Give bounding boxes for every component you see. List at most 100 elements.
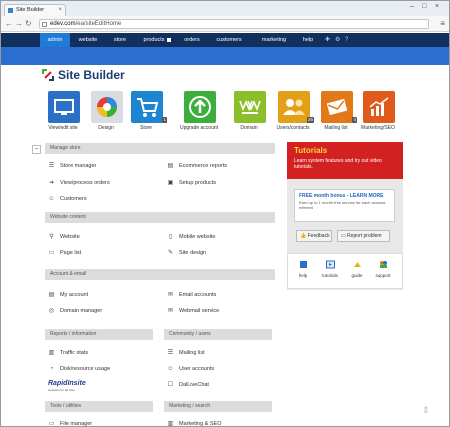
- link-website[interactable]: ⚲ Website: [48, 233, 79, 241]
- folder-icon: ▭: [48, 420, 55, 427]
- nav-orders[interactable]: orders: [179, 33, 205, 47]
- section-community: Community / users: [164, 329, 272, 340]
- url-host: edev.com: [50, 21, 76, 27]
- link-label: View/process orders: [60, 180, 110, 186]
- tutorials-title: Tutorials: [294, 146, 328, 155]
- close-window-icon[interactable]: ×: [435, 3, 439, 11]
- support-icon: [379, 261, 387, 268]
- url-input[interactable]: edev.com/ea/siteEditHome: [39, 19, 429, 29]
- nav-help[interactable]: help: [298, 33, 318, 47]
- report-problem-button[interactable]: ▭ Report problem: [337, 230, 390, 242]
- tile-domain[interactable]: Domain: [228, 91, 270, 136]
- minimize-icon[interactable]: –: [410, 3, 414, 11]
- tile-users-contacts[interactable]: 26 Users/contacts: [272, 91, 314, 136]
- tile-label: Store: [140, 125, 152, 131]
- browser-tab[interactable]: Site Builder ×: [4, 4, 66, 16]
- free-month-promo[interactable]: FREE month bonus - LEARN MORE Earn up to…: [294, 189, 395, 222]
- link-label: Webmail service: [179, 308, 220, 314]
- tile-badge: 26: [306, 117, 314, 123]
- nav-admin[interactable]: admin: [40, 33, 70, 47]
- chat-icon: ☐: [167, 381, 174, 388]
- nav-label: website: [78, 37, 98, 43]
- link-ecommerce-reports[interactable]: ▤ Ecommerce reports: [167, 162, 227, 170]
- reload-icon[interactable]: ↻: [25, 19, 32, 28]
- link-marketing-seo[interactable]: ▥ Marketing & SEO: [167, 420, 222, 426]
- help-link[interactable]: help: [292, 260, 314, 278]
- button-label: Feedback: [307, 233, 330, 239]
- rapidinsite-subtitle: analytics for all sites: [48, 388, 75, 392]
- tab-bar: Site Builder × – □ ×: [1, 1, 449, 16]
- link-traffic-stats[interactable]: ▥ Traffic stats: [48, 349, 88, 357]
- feedback-button[interactable]: 👍 Feedback: [296, 230, 332, 242]
- section-title: Website content: [50, 214, 86, 220]
- nav-customers[interactable]: customers: [210, 33, 248, 47]
- forward-icon[interactable]: →: [15, 19, 23, 28]
- scroll-indicator-icon[interactable]: ⇕: [422, 405, 430, 416]
- link-view-process-orders[interactable]: ➔ View/process orders: [48, 179, 110, 187]
- nav-label: products: [143, 37, 165, 43]
- link-customers[interactable]: ☺ Customers: [48, 195, 87, 203]
- palette-icon: [91, 91, 123, 123]
- nav-marketing[interactable]: marketing: [255, 33, 293, 47]
- back-icon[interactable]: ←: [5, 19, 13, 28]
- guide-link[interactable]: guide: [346, 260, 368, 278]
- link-label: User accounts: [179, 366, 215, 372]
- browser-menu-icon[interactable]: ≡: [440, 19, 445, 28]
- tutorials-description: Learn system features and try out video …: [294, 158, 382, 170]
- link-setup-products[interactable]: ▣ Setup products: [167, 179, 216, 187]
- arrow-right-icon: ➔: [48, 179, 55, 186]
- settings-icon[interactable]: ⚙: [335, 33, 340, 47]
- www-icon: [234, 91, 266, 123]
- link-webmail-service[interactable]: ✉ Webmail service: [167, 307, 219, 315]
- help-circle-icon[interactable]: ?: [345, 33, 348, 47]
- nav-label: store: [113, 37, 127, 43]
- rapidinsite-logo[interactable]: RapidInsite analytics for all sites: [48, 379, 103, 393]
- link-label: Ecommerce reports: [179, 163, 227, 169]
- phone-icon: ▯: [168, 233, 173, 240]
- link-mailing-list[interactable]: ☰ Mailing list: [167, 349, 205, 357]
- section-title: Community / users: [169, 331, 211, 337]
- tile-upgrade-account[interactable]: Upgrade account: [178, 91, 220, 136]
- nav-label: marketing: [261, 37, 287, 43]
- close-tab-icon[interactable]: ×: [58, 5, 62, 16]
- tile-store[interactable]: 1 Store: [125, 91, 167, 136]
- link-domain-manager[interactable]: ◎ Domain manager: [48, 307, 102, 315]
- link-label: Customers: [60, 196, 87, 202]
- link-file-manager[interactable]: ▭ File manager: [48, 420, 92, 427]
- list-icon: ☰: [48, 162, 55, 169]
- url-path: /ea/siteEditHome: [75, 21, 122, 27]
- design-icon: ✎: [167, 249, 174, 256]
- help-row: help tutorials guide support: [287, 253, 403, 289]
- link-page-list[interactable]: ▭ Page list: [48, 249, 81, 257]
- tile-marketing-seo[interactable]: Marketing/SEO: [357, 91, 399, 136]
- link-my-account[interactable]: ▤ My account: [48, 291, 88, 299]
- account-icon[interactable]: ✚: [325, 33, 330, 47]
- link-store-manager[interactable]: ☰ Store manager: [48, 162, 97, 170]
- section-website-content: Website content: [45, 212, 275, 223]
- envelope-icon: ✉: [167, 291, 174, 298]
- link-mobile-website[interactable]: ▯ Mobile website: [167, 233, 216, 241]
- maximize-icon[interactable]: □: [422, 3, 426, 11]
- tile-label: Upgrade account: [179, 125, 219, 131]
- nav-products[interactable]: products: [136, 33, 178, 47]
- section-title: Account & email: [50, 271, 87, 277]
- link-user-accounts[interactable]: ☺ User accounts: [167, 365, 214, 373]
- link-site-design[interactable]: ✎ Site design: [167, 249, 206, 257]
- tutorials-link[interactable]: tutorials: [319, 260, 341, 278]
- chart-icon: [363, 91, 395, 123]
- tutorials-banner[interactable]: Tutorials Learn system features and try …: [287, 142, 403, 179]
- link-disk-resource-usage[interactable]: ◔ Disk/resource usage: [48, 365, 110, 373]
- link-label: Mailing list: [179, 350, 205, 356]
- nav-store[interactable]: store: [106, 33, 134, 47]
- link-label: Setup products: [179, 180, 216, 186]
- link-live-chat[interactable]: ☐ DalLiveChat: [167, 381, 209, 389]
- link-email-accounts[interactable]: ✉ Email accounts: [167, 291, 216, 299]
- support-link[interactable]: support: [372, 260, 394, 278]
- tile-view-edit-site[interactable]: View/edit site: [42, 91, 84, 136]
- dropdown-icon: [166, 37, 171, 42]
- video-icon: [325, 260, 335, 269]
- collapse-icon[interactable]: −: [32, 145, 41, 154]
- user-icon: ☺: [48, 195, 55, 202]
- users-icon: [278, 91, 310, 123]
- nav-website[interactable]: website: [72, 33, 104, 47]
